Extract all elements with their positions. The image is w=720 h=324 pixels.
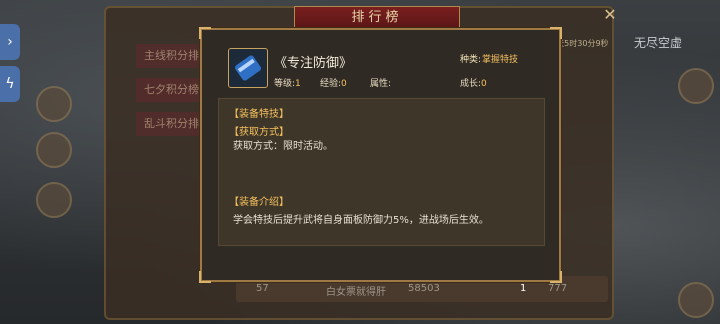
rank-number: 57 bbox=[256, 283, 269, 294]
side-menu-button[interactable] bbox=[678, 68, 714, 104]
source-header: 【获取方式】 bbox=[229, 127, 289, 138]
growth-stat: 成长:0 bbox=[460, 76, 487, 89]
exp-stat: 经验:0 bbox=[320, 76, 347, 89]
pause-button[interactable] bbox=[678, 282, 714, 318]
player-row-score: 58503 bbox=[408, 283, 440, 294]
side-menu-button[interactable] bbox=[36, 86, 72, 122]
frame-corner bbox=[550, 27, 562, 39]
type-value: 掌握特技 bbox=[482, 55, 519, 65]
frame-corner bbox=[199, 271, 211, 283]
reward-item-count: 1 bbox=[520, 283, 527, 294]
exp-value: 0 bbox=[341, 79, 347, 89]
growth-label: 成长: bbox=[460, 79, 482, 89]
source-text: 获取方式：限时活动。 bbox=[233, 141, 333, 152]
frame-corner bbox=[550, 271, 562, 283]
attr-label: 属性: bbox=[370, 79, 392, 89]
level-value: 1 bbox=[295, 79, 301, 89]
level-label: 等级: bbox=[274, 79, 296, 89]
type-label: 种类: bbox=[460, 55, 482, 65]
reward-count: 777 bbox=[548, 283, 568, 294]
expand-arrow-icon[interactable]: › bbox=[0, 24, 20, 60]
side-menu-button[interactable] bbox=[36, 132, 72, 168]
ranking-title: 排行榜 bbox=[294, 6, 460, 30]
exp-label: 经验: bbox=[320, 79, 342, 89]
level-stat: 等级:1 bbox=[274, 76, 301, 89]
item-description: 【装备特技】 【获取方式】 获取方式：限时活动。 【装备介绍】 学会特技后提升武… bbox=[218, 98, 545, 246]
close-icon[interactable]: ✕ bbox=[598, 4, 622, 26]
flash-icon[interactable]: ϟ bbox=[0, 66, 20, 102]
item-name: 《专注防御》 bbox=[274, 56, 353, 71]
intro-header: 【装备介绍】 bbox=[229, 197, 289, 208]
item-detail-popup: 《专注防御》 种类: 掌握特技 等级:1 经验:0 属性: 成长:0 【装备特技… bbox=[199, 27, 562, 283]
growth-value: 0 bbox=[481, 79, 487, 89]
side-menu-button[interactable] bbox=[36, 182, 72, 218]
player-row-name: 白女票就得肝 bbox=[326, 287, 386, 298]
intro-text: 学会特技后提升武将自身面板防御力5%，进战场后生效。 bbox=[233, 215, 489, 226]
skill-header: 【装备特技】 bbox=[229, 109, 289, 120]
attr-stat: 属性: bbox=[370, 76, 391, 89]
skill-book-icon bbox=[228, 48, 268, 88]
frame-corner bbox=[199, 27, 211, 39]
player-name: 无尽空虚 bbox=[634, 36, 683, 50]
